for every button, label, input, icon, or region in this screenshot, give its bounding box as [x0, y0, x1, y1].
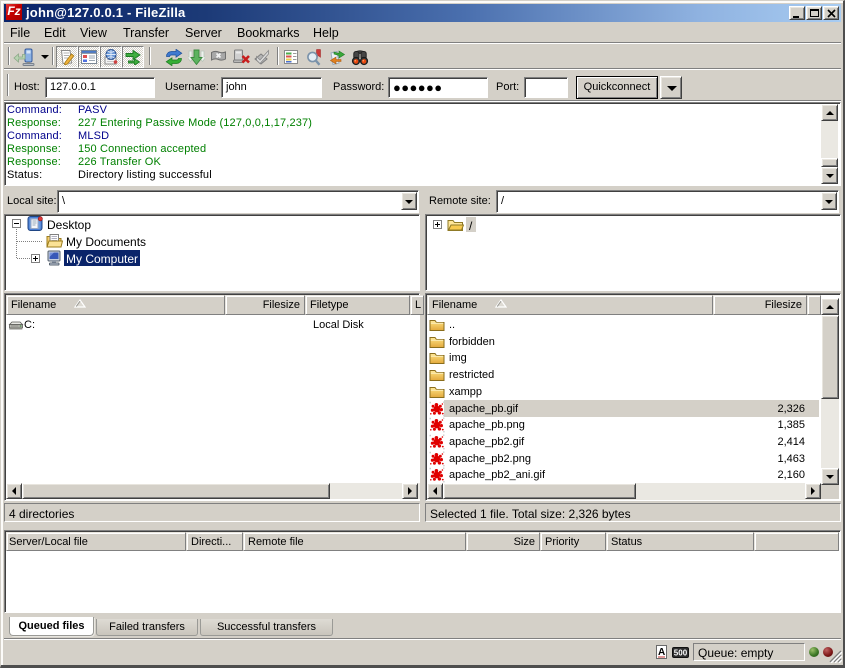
- svg-text:500: 500: [674, 649, 688, 658]
- svg-text:A: A: [658, 647, 665, 658]
